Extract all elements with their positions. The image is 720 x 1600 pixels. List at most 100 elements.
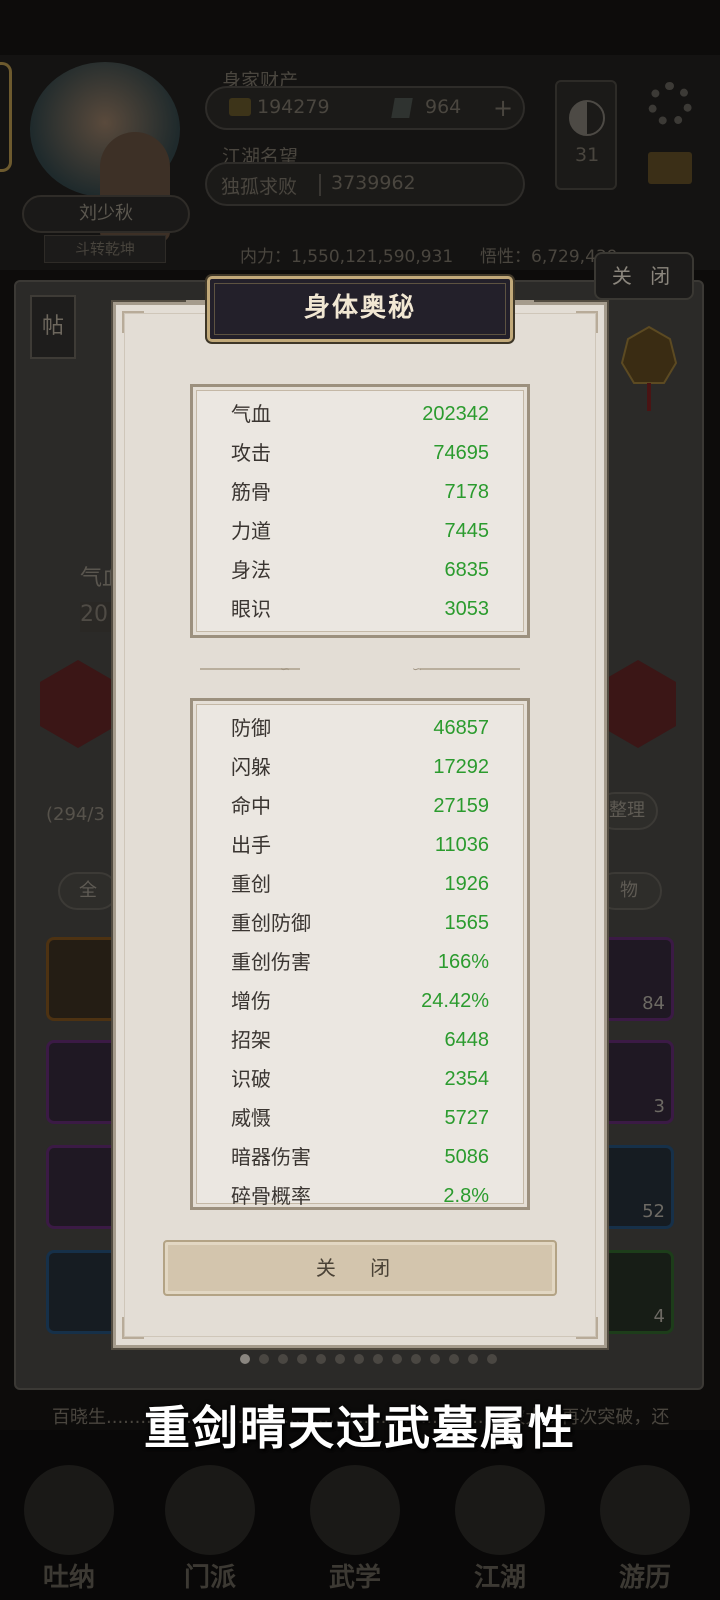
- stat-value: 3053: [444, 598, 490, 620]
- stat-row: 暗器伤害 5086: [193, 1138, 527, 1177]
- modal-title: 身体奥秘: [303, 293, 416, 323]
- stat-row: 力道 7445: [193, 512, 527, 551]
- nav-martial[interactable]: 武学: [300, 1465, 410, 1600]
- stat-label: 威慑: [231, 1106, 271, 1130]
- stat-value: 2.8%: [443, 1185, 489, 1207]
- nav-sect[interactable]: 门派: [155, 1465, 265, 1600]
- gold-icon: [229, 98, 251, 116]
- stat-row: 重创伤害 166%: [193, 943, 527, 982]
- inventory-count: (294/3: [46, 804, 105, 825]
- video-caption: 重剑晴天过武墓属性: [144, 1401, 576, 1455]
- stat-value: 6835: [444, 559, 490, 581]
- stat-label: 识破: [231, 1067, 271, 1091]
- nav-label: 吐纳: [42, 1563, 95, 1593]
- stat-label: 重创防御: [231, 911, 311, 935]
- player-avatar[interactable]: [30, 62, 180, 242]
- divider-ornament: ∽: [412, 662, 423, 676]
- sect-icon: [165, 1465, 255, 1555]
- nav-label: 门派: [183, 1563, 236, 1593]
- page-dot: [240, 1354, 250, 1364]
- stat-label: 力道: [231, 519, 271, 543]
- page-dot: [411, 1354, 421, 1364]
- page-dot: [278, 1354, 288, 1364]
- stat-label: 闪躲: [231, 755, 271, 779]
- stat-row: 命中 27159: [193, 787, 527, 826]
- taiji-icon: [569, 100, 605, 136]
- nav-jianghu[interactable]: 江湖: [445, 1465, 555, 1600]
- reputation-value: 3739962: [331, 172, 416, 194]
- stat-value: 11036: [434, 834, 489, 856]
- page-dot: [335, 1354, 345, 1364]
- jade-value: 964: [425, 96, 462, 118]
- panel-close-button[interactable]: 关 闭: [594, 252, 694, 300]
- forbid-badge-icon[interactable]: [620, 325, 678, 415]
- page-dot: [297, 1354, 307, 1364]
- stat-value: 5086: [444, 1146, 490, 1168]
- divider-ornament: ∽: [280, 662, 291, 676]
- stat-value: 7178: [444, 481, 490, 503]
- page-dot: [316, 1354, 326, 1364]
- inner-power: 内力：1,550,121,590,931: [240, 247, 454, 267]
- stat-row: 气血 202342: [193, 395, 527, 434]
- page-dot: [259, 1354, 269, 1364]
- stat-value: 6448: [444, 1029, 490, 1051]
- stat-value: 27159: [433, 795, 489, 817]
- player-rank: 斗转乾坤: [44, 235, 166, 263]
- stat-row: 筋骨 7178: [193, 473, 527, 512]
- player-title: 独孤求败: [221, 176, 298, 198]
- stat-row: 眼识 3053: [193, 590, 527, 629]
- corner-ornament: [576, 1317, 598, 1339]
- stat-row: 重创防御 1565: [193, 904, 527, 943]
- gold-value: 194279: [257, 96, 330, 118]
- mail-icon[interactable]: [648, 152, 692, 184]
- stat-value: 74695: [433, 442, 489, 464]
- jade-icon: [391, 98, 413, 118]
- add-currency-button[interactable]: +: [493, 94, 513, 122]
- page-dot: [354, 1354, 364, 1364]
- stat-row: 身法 6835: [193, 551, 527, 590]
- page-dot: [392, 1354, 402, 1364]
- stat-label: 暗器伤害: [231, 1145, 311, 1169]
- slot-count: 84: [642, 993, 665, 1014]
- settings-gear-icon[interactable]: [648, 82, 692, 126]
- page-dot: [449, 1354, 459, 1364]
- page-dot: [487, 1354, 497, 1364]
- modal-close-button[interactable]: 关 闭: [163, 1240, 557, 1296]
- title-wing-ornament: [186, 300, 208, 314]
- reputation-bar: 独孤求败 3739962: [205, 162, 525, 206]
- stat-label: 命中: [231, 794, 271, 818]
- stat-row: 增伤 24.42%: [193, 982, 527, 1021]
- modal-title-plate: 身体奥秘: [207, 276, 513, 342]
- stat-row: 威慑 5727: [193, 1099, 527, 1138]
- secondary-stats-panel[interactable]: 防御 46857 闪躲 17292 命中 27159 出手 11036 重创 1926 重创防御 15…: [190, 698, 530, 1210]
- stat-value: 24.42%: [421, 990, 489, 1012]
- nav-label: 江湖: [473, 1563, 526, 1593]
- taiji-badge[interactable]: 31: [555, 80, 617, 190]
- post-icon[interactable]: 帖: [30, 295, 76, 359]
- jianghu-icon: [455, 1465, 545, 1555]
- nav-travel[interactable]: 游历: [590, 1465, 700, 1600]
- stat-row: 防御 46857: [193, 709, 527, 748]
- stat-row: 闪躲 17292: [193, 748, 527, 787]
- primary-stats-panel: 气血 202342 攻击 74695 筋骨 7178 力道 7445 身法 6835 眼识 3053: [190, 384, 530, 638]
- player-name: 刘少秋: [22, 195, 190, 233]
- stat-label: 眼识: [231, 597, 271, 621]
- tab-all[interactable]: 全: [58, 872, 118, 910]
- stat-label: 重创: [231, 872, 271, 896]
- corner-ornament: [576, 311, 598, 333]
- corner-ornament: [122, 1317, 144, 1339]
- tuna-icon: [24, 1465, 114, 1555]
- stat-row: 重创 1926: [193, 865, 527, 904]
- stat-value: 46857: [433, 717, 489, 739]
- stat-label: 增伤: [231, 989, 271, 1013]
- secondary-stats-list[interactable]: 防御 46857 闪躲 17292 命中 27159 出手 11036 重创 1926 重创防御 15…: [193, 701, 527, 1207]
- travel-icon: [600, 1465, 690, 1555]
- nav-tuna[interactable]: 吐纳: [14, 1465, 124, 1600]
- page-dot: [430, 1354, 440, 1364]
- slot-count: 52: [642, 1201, 665, 1222]
- stat-row: 招架 6448: [193, 1021, 527, 1060]
- stat-label: 重创伤害: [231, 950, 311, 974]
- stat-value: 202342: [422, 403, 489, 425]
- corner-ornament: [122, 311, 144, 333]
- stat-label: 招架: [231, 1028, 271, 1052]
